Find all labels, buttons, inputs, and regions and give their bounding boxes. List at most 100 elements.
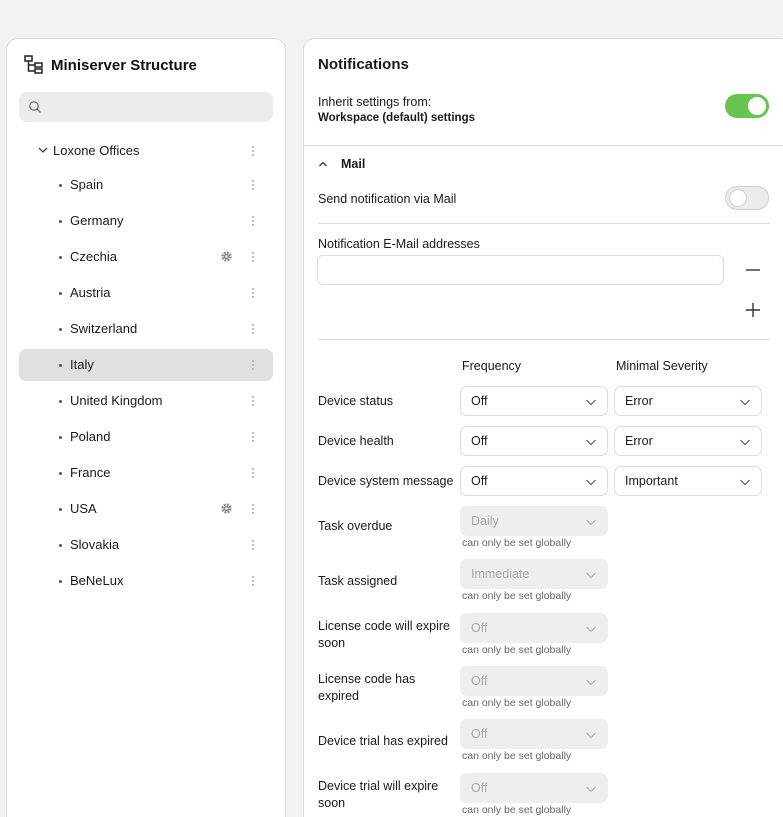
tree-item[interactable]: Italy	[19, 349, 273, 381]
inherit-source: Workspace (default) settings	[318, 112, 475, 124]
notifications-panel: Notifications Inherit settings from: Wor…	[303, 38, 783, 817]
more-options-icon[interactable]	[251, 467, 255, 479]
bullet-icon	[59, 328, 62, 331]
tree-item[interactable]: Switzerland	[19, 313, 273, 345]
email-addresses-label: Notification E-Mail addresses	[318, 237, 480, 251]
more-options-icon[interactable]	[251, 287, 255, 299]
tree-item[interactable]: BeNeLux	[19, 565, 273, 597]
more-options-icon[interactable]	[251, 359, 255, 371]
more-options-icon[interactable]	[251, 575, 255, 587]
more-options-icon[interactable]	[251, 145, 255, 157]
severity-value: Error	[625, 394, 653, 408]
global-only-note: can only be set globally	[462, 804, 572, 816]
frequency-value: Daily	[471, 514, 499, 528]
more-options-icon[interactable]	[251, 323, 255, 335]
severity-select[interactable]: Error	[614, 426, 762, 456]
more-options-icon[interactable]	[251, 251, 255, 263]
chevron-down-icon[interactable]	[37, 144, 49, 156]
notification-row-label: License code will expire soon	[318, 619, 451, 650]
bullet-icon	[59, 220, 62, 223]
chevron-down-icon	[586, 439, 596, 446]
notification-row-label: License code has expired	[318, 672, 416, 703]
more-options-icon[interactable]	[251, 179, 255, 191]
tree-item-label: USA	[70, 501, 97, 516]
divider	[318, 339, 770, 340]
bullet-icon	[59, 544, 62, 547]
tree-item-label: France	[70, 465, 111, 480]
more-options-icon[interactable]	[251, 539, 255, 551]
tree-item[interactable]: France	[19, 457, 273, 489]
tree-item[interactable]: Austria	[19, 277, 273, 309]
frequency-value: Off	[471, 781, 488, 795]
more-options-icon[interactable]	[251, 395, 255, 407]
frequency-value: Immediate	[471, 567, 530, 581]
frequency-value: Off	[471, 621, 488, 635]
tree-item-label: Spain	[70, 177, 104, 192]
inherit-toggle[interactable]	[725, 94, 769, 118]
frequency-value: Off	[471, 394, 488, 408]
frequency-value: Off	[471, 434, 488, 448]
frequency-select: Off	[460, 666, 608, 696]
mail-section-header[interactable]: Mail	[318, 157, 365, 171]
email-address-input[interactable]	[318, 256, 723, 284]
global-only-note: can only be set globally	[462, 590, 572, 602]
send-mail-toggle[interactable]	[725, 186, 769, 210]
frequency-select: Off	[460, 773, 608, 803]
frequency-select: Daily	[460, 506, 608, 536]
notification-row-label: Task assigned	[318, 574, 398, 588]
bullet-icon	[59, 364, 62, 367]
frequency-select[interactable]: Off	[460, 466, 608, 496]
divider	[318, 223, 770, 224]
frequency-select[interactable]: Off	[460, 386, 608, 416]
more-options-icon[interactable]	[251, 431, 255, 443]
remove-address-icon[interactable]	[745, 262, 761, 278]
tree-item[interactable]: United Kingdom	[19, 385, 273, 417]
bullet-icon	[59, 508, 62, 511]
global-only-note: can only be set globally	[462, 644, 572, 656]
tree-item-label: Austria	[70, 285, 111, 300]
tree-item[interactable]: Czechia	[19, 241, 273, 273]
tree-root-loxone-offices[interactable]: Loxone Offices	[37, 139, 139, 161]
tree-item-label: United Kingdom	[70, 393, 163, 408]
notifications-title: Notifications	[318, 56, 409, 73]
tree-item-label: Switzerland	[70, 321, 138, 336]
tree-item-label: Italy	[70, 357, 94, 372]
frequency-value: Off	[471, 727, 488, 741]
chevron-down-icon	[586, 626, 596, 633]
more-options-icon[interactable]	[251, 503, 255, 515]
severity-value: Error	[625, 434, 653, 448]
miniserver-structure-panel: Miniserver Structure Loxone Offices Spai…	[6, 38, 286, 817]
global-only-note: can only be set globally	[462, 750, 572, 762]
chevron-down-icon	[586, 786, 596, 793]
frequency-select[interactable]: Off	[460, 426, 608, 456]
gear-icon[interactable]	[220, 250, 233, 263]
chevron-down-icon	[740, 439, 750, 446]
bullet-icon	[59, 184, 62, 187]
tree-item[interactable]: Spain	[19, 169, 273, 201]
search-input[interactable]	[49, 92, 267, 122]
more-options-icon[interactable]	[251, 215, 255, 227]
chevron-down-icon	[586, 572, 596, 579]
send-mail-label: Send notification via Mail	[318, 192, 457, 206]
tree-item[interactable]: Germany	[19, 205, 273, 237]
structure-title: Miniserver Structure	[51, 57, 197, 74]
tree-item[interactable]: Slovakia	[19, 529, 273, 561]
tree-item[interactable]: Poland	[19, 421, 273, 453]
global-only-note: can only be set globally	[462, 697, 572, 709]
bullet-icon	[59, 292, 62, 295]
tree-item-label: Czechia	[70, 249, 117, 264]
chevron-down-icon	[586, 679, 596, 686]
search-icon	[29, 101, 41, 113]
tree-item[interactable]: USA	[19, 493, 273, 525]
bullet-icon	[59, 400, 62, 403]
severity-value: Important	[625, 474, 678, 488]
frequency-value: Off	[471, 474, 488, 488]
add-address-icon[interactable]	[745, 302, 761, 318]
email-address-field[interactable]	[317, 255, 724, 285]
tree-item-label: Germany	[70, 213, 124, 228]
structure-search[interactable]	[19, 92, 273, 122]
severity-select[interactable]: Error	[614, 386, 762, 416]
divider	[304, 145, 783, 146]
severity-select[interactable]: Important	[614, 466, 762, 496]
gear-icon[interactable]	[220, 502, 233, 515]
